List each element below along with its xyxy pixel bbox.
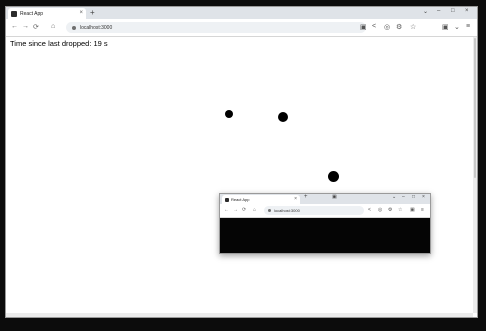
address-bar[interactable]: localhost:3000 <box>66 22 366 33</box>
close-window-button[interactable]: × <box>422 194 425 200</box>
minimize-button[interactable]: – <box>402 194 405 200</box>
url-text: localhost:3000 <box>80 24 113 31</box>
react-favicon-icon <box>225 197 229 202</box>
home-icon[interactable]: ⌂ <box>253 207 256 213</box>
menu-icon[interactable]: ≡ <box>421 207 424 213</box>
home-icon[interactable]: ⌂ <box>51 23 55 30</box>
tab-title: React App <box>20 10 44 17</box>
extension-icon[interactable]: ⚙ <box>396 23 402 31</box>
ball <box>225 110 233 118</box>
maximize-button[interactable]: □ <box>451 8 455 14</box>
reload-icon[interactable]: ⟳ <box>33 23 39 31</box>
sidebar-icon[interactable]: ▣ <box>442 23 449 31</box>
tab-search-icon[interactable]: ⌄ <box>454 23 460 31</box>
tab-strip: React App × + ▣ ⌄ – □ × <box>220 194 430 204</box>
back-icon[interactable]: ← <box>224 207 229 213</box>
tab-react-app[interactable]: React App × <box>8 8 86 19</box>
bookmark-star-icon[interactable]: ☆ <box>410 23 416 31</box>
drop-timer-text: Time since last dropped: 19 s <box>10 39 108 48</box>
browser-toolbar: ← → ⟳ ⌂ localhost:3000 ▣ < ◎ ⚙ ☆ ▣ ⌄ ≡ <box>6 19 477 37</box>
ball <box>278 112 288 122</box>
sidebar-icon[interactable]: ▣ <box>410 207 415 213</box>
dropdown-icon[interactable]: ⌄ <box>392 194 396 200</box>
close-window-button[interactable]: × <box>465 8 469 14</box>
close-tab-icon[interactable]: × <box>294 196 297 202</box>
screenshot-icon[interactable]: ▣ <box>332 194 337 200</box>
site-info-icon[interactable] <box>268 209 271 212</box>
browser-window: React App × + ⌄ – □ × ← → ⟳ ⌂ localhost:… <box>5 6 478 318</box>
share-icon[interactable]: < <box>372 23 376 30</box>
shield-icon[interactable]: ◎ <box>378 207 382 213</box>
tab-react-app[interactable]: React App × <box>222 195 300 204</box>
menu-icon[interactable]: ≡ <box>466 23 470 30</box>
url-text: localhost:3000 <box>274 208 300 213</box>
bookmark-star-icon[interactable]: ☆ <box>398 207 402 213</box>
back-icon[interactable]: ← <box>11 23 18 30</box>
vertical-scrollbar[interactable] <box>473 37 477 313</box>
react-favicon-icon <box>11 10 17 17</box>
browser-toolbar: ← → ⟳ ⌂ localhost:3000 < ◎ ⚙ ☆ ▣ ≡ <box>220 204 430 218</box>
dropdown-icon[interactable]: ⌄ <box>423 8 428 15</box>
reload-icon[interactable]: ⟳ <box>242 207 246 213</box>
horizontal-scrollbar[interactable] <box>6 313 473 317</box>
address-bar[interactable]: localhost:3000 <box>264 206 364 215</box>
share-icon[interactable]: < <box>368 207 371 213</box>
minimize-button[interactable]: – <box>437 8 440 14</box>
new-tab-button[interactable]: + <box>304 194 308 200</box>
second-browser-window[interactable]: React App × + ▣ ⌄ – □ × ← → ⟳ ⌂ localhos… <box>219 193 431 254</box>
forward-icon[interactable]: → <box>22 23 29 30</box>
close-tab-icon[interactable]: × <box>79 10 83 16</box>
page-content <box>220 218 430 253</box>
new-tab-button[interactable]: + <box>90 8 95 17</box>
page-content: Time since last dropped: 19 s <box>6 37 477 317</box>
extension-icon[interactable]: ⚙ <box>388 207 392 213</box>
maximize-button[interactable]: □ <box>412 194 415 200</box>
site-info-icon[interactable] <box>72 25 76 30</box>
forward-icon[interactable]: → <box>233 207 238 213</box>
shield-icon[interactable]: ◎ <box>384 23 390 31</box>
ball <box>328 171 339 182</box>
screenshot-icon[interactable]: ▣ <box>360 23 367 31</box>
tab-title: React App <box>231 197 250 202</box>
tab-strip: React App × + ⌄ – □ × <box>6 7 477 19</box>
